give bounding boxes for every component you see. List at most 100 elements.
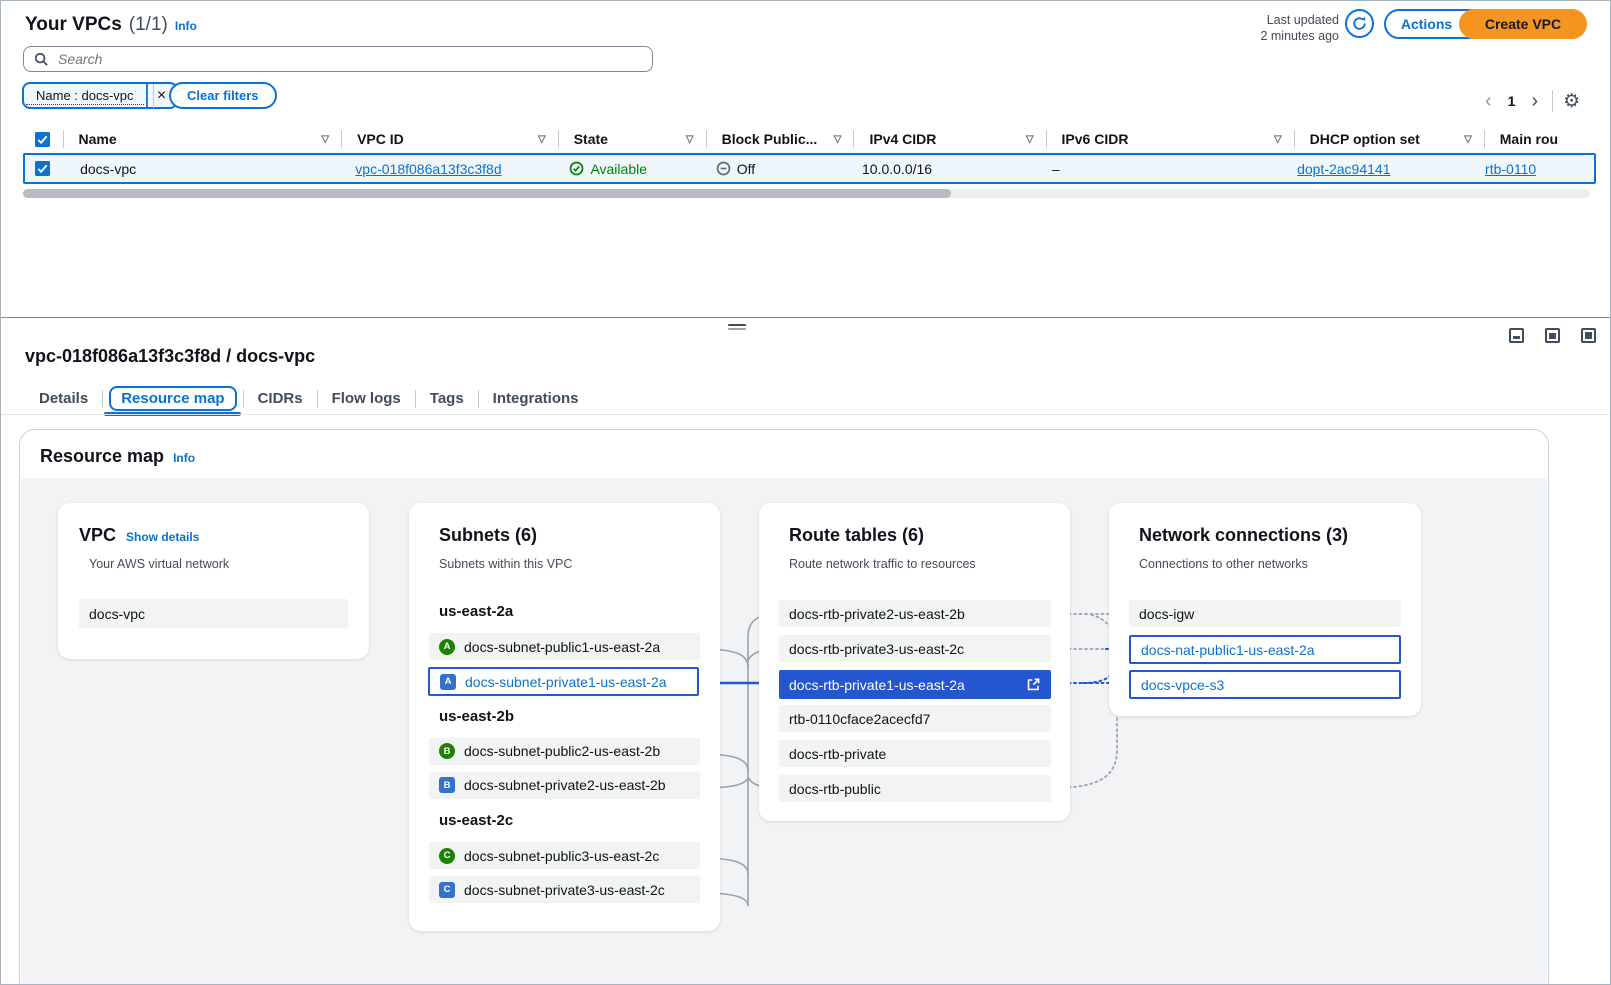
subnet-node[interactable]: Bdocs-subnet-public2-us-east-2b [429, 738, 700, 765]
column-header-label: State [574, 131, 608, 147]
column-header-main-rou: Main rou [1484, 124, 1610, 154]
column-header-name: Name ▽ [63, 124, 342, 154]
route-table-node[interactable]: rtb-0110cface2acecfd7 [779, 705, 1051, 732]
column-filter-icon[interactable]: ▽ [1274, 134, 1282, 145]
route-table-node[interactable]: docs-rtb-private3-us-east-2c [779, 635, 1051, 662]
vpc-node-label: docs-vpc [89, 606, 145, 622]
page-number[interactable]: 1 [1506, 93, 1518, 109]
select-all-checkbox[interactable] [35, 132, 50, 147]
network-connection-node[interactable]: docs-vpce-s3 [1129, 670, 1401, 699]
page-info-link[interactable]: Info [175, 19, 197, 33]
column-header-ipv4-cidr: IPv4 CIDR▽ [853, 124, 1045, 154]
cell-ipv4-cidr-text: 10.0.0.0/16 [862, 161, 932, 177]
cell-vpc-id-link[interactable]: vpc-018f086a13f3c3f8d [355, 161, 501, 177]
public-subnet-badge: B [439, 743, 455, 759]
column-filter-icon[interactable]: ▽ [1464, 134, 1472, 145]
subnet-node-label: docs-subnet-private3-us-east-2c [464, 882, 665, 898]
row-checkbox-cell [25, 155, 64, 182]
vpc-node[interactable]: docs-vpc [79, 599, 348, 628]
filter-token-divider [146, 84, 148, 107]
subnet-node-label: docs-subnet-private2-us-east-2b [464, 777, 666, 793]
page-prev-icon[interactable]: ‹ [1481, 91, 1496, 111]
subnet-node[interactable]: Cdocs-subnet-private3-us-east-2c [429, 876, 700, 903]
network-connections-column-subtitle: Connections to other networks [1139, 557, 1308, 571]
search-input[interactable] [56, 50, 642, 68]
actions-button-label: Actions [1401, 16, 1452, 32]
subnets-column-card: Subnets (6) Subnets within this VPC us-e… [409, 503, 720, 931]
refresh-button[interactable] [1345, 9, 1374, 38]
row-checkbox[interactable] [35, 161, 50, 176]
network-connection-node[interactable]: docs-nat-public1-us-east-2a [1129, 635, 1401, 664]
route-table-node[interactable]: docs-rtb-private2-us-east-2b [779, 600, 1051, 627]
tab-cidrs[interactable]: CIDRs [244, 387, 317, 410]
route-table-node[interactable]: docs-rtb-private1-us-east-2a [779, 670, 1051, 699]
create-vpc-button-label: Create VPC [1485, 16, 1561, 32]
column-filter-icon[interactable]: ▽ [321, 134, 329, 145]
route-table-node[interactable]: docs-rtb-public [779, 775, 1051, 802]
subnet-node[interactable]: Adocs-subnet-private1-us-east-2a [428, 667, 699, 696]
cell-name-text: docs-vpc [80, 161, 136, 177]
vpc-show-details-link[interactable]: Show details [126, 530, 199, 544]
gear-icon[interactable]: ⚙ [1563, 90, 1580, 113]
vpc-column-title: VPC [79, 525, 116, 546]
panel-layout-full-icon[interactable] [1581, 328, 1596, 343]
cell-dhcp-option-set-link[interactable]: dopt-2ac94141 [1297, 161, 1390, 177]
column-header-label: IPv6 CIDR [1062, 131, 1129, 147]
resource-map-info-link[interactable]: Info [173, 451, 195, 465]
page-title-text: Your VPCs [25, 14, 122, 36]
column-header-label: Main rou [1500, 131, 1558, 147]
column-filter-icon[interactable]: ▽ [538, 134, 546, 145]
public-subnet-badge: A [439, 639, 455, 655]
filter-token-label: Name : docs-vpc [26, 87, 144, 105]
vpc-console-screen: Your VPCs (1/1) Info Last updated 2 minu… [0, 0, 1611, 985]
subnets-column-subtitle: Subnets within this VPC [439, 557, 572, 571]
search-box [23, 46, 653, 72]
pagination: ‹ 1 › ⚙ [1481, 89, 1580, 113]
detail-tabs: Details Resource map CIDRsFlow logsTagsInt… [25, 385, 593, 412]
tab-flow-logs[interactable]: Flow logs [318, 387, 415, 410]
subnet-node[interactable]: Cdocs-subnet-public3-us-east-2c [429, 842, 700, 869]
cell-main-route-table-link[interactable]: rtb-0110 [1485, 161, 1536, 177]
tabs-divider-line [1, 414, 1610, 415]
table-header-checkbox-cell [23, 124, 63, 154]
panel-layout-half-icon[interactable] [1545, 328, 1560, 343]
create-vpc-button[interactable]: Create VPC [1459, 9, 1587, 39]
network-connection-node[interactable]: docs-igw [1129, 600, 1401, 627]
tab-integrations[interactable]: Integrations [479, 387, 593, 410]
panel-layout-bottom-icon[interactable] [1509, 328, 1524, 343]
open-route-table-icon[interactable] [1026, 677, 1041, 692]
column-filter-icon[interactable]: ▽ [834, 134, 842, 145]
clear-filters-button[interactable]: Clear filters [169, 82, 277, 109]
panel-layout-controls [1509, 328, 1596, 343]
column-header-label: Name [79, 131, 117, 147]
tab-tags[interactable]: Tags [416, 387, 478, 410]
subnet-node[interactable]: Bdocs-subnet-private2-us-east-2b [429, 772, 700, 799]
subnet-node[interactable]: Adocs-subnet-public1-us-east-2a [429, 633, 700, 660]
cell-ipv4-cidr: 10.0.0.0/16 [846, 155, 1036, 182]
cell-ipv6-cidr-text: – [1052, 161, 1060, 177]
tab-details[interactable]: Details [25, 387, 102, 410]
table-header-row: Name▽VPC ID▽State▽Block Public...▽IPv4 C… [23, 124, 1610, 154]
last-updated: Last updated 2 minutes ago [1151, 12, 1339, 44]
cell-ipv6-cidr: – [1036, 155, 1281, 182]
route-tables-column-subtitle: Route network traffic to resources [789, 557, 976, 571]
table-row[interactable]: docs-vpcvpc-018f086a13f3c3f8dAvailableOf… [23, 153, 1596, 184]
column-filter-icon[interactable]: ▽ [1026, 134, 1034, 145]
subnet-node-label: docs-subnet-private1-us-east-2a [465, 674, 667, 690]
page-next-icon[interactable]: › [1527, 91, 1542, 111]
filter-divider [153, 84, 154, 108]
horizontal-scrollbar-thumb[interactable] [23, 189, 951, 198]
cell-name: docs-vpc [64, 155, 339, 182]
column-filter-icon[interactable]: ▽ [686, 134, 694, 145]
route-table-node-label: docs-rtb-private2-us-east-2b [789, 606, 965, 622]
az-label-us-east-2b: us-east-2b [439, 708, 514, 725]
tab-resource-map[interactable]: Resource map [109, 386, 236, 411]
route-table-node[interactable]: docs-rtb-private [779, 740, 1051, 767]
search-icon [34, 52, 48, 66]
private-subnet-badge: A [440, 674, 456, 690]
panel-drag-handle[interactable] [728, 324, 746, 330]
filter-token[interactable]: Name : docs-vpc × [22, 82, 178, 109]
resource-map-title: Resource map [40, 446, 164, 467]
subnet-node-label: docs-subnet-public2-us-east-2b [464, 743, 660, 759]
status-text: Available [590, 161, 647, 177]
